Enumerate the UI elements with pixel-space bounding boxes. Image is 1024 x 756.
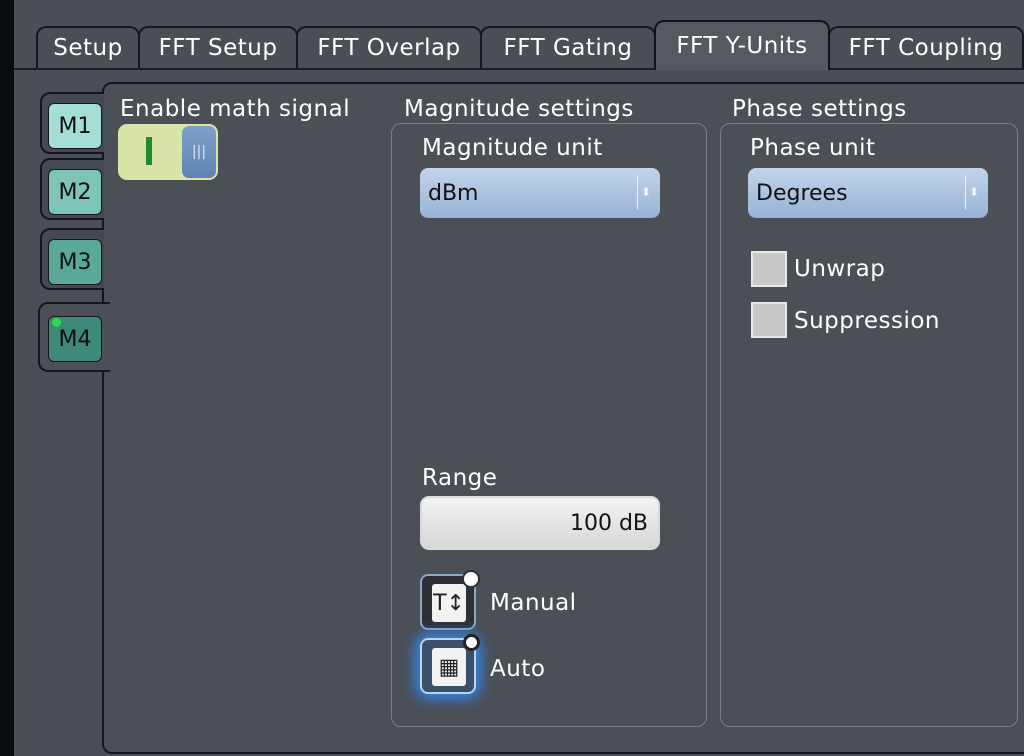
enable-label: Enable math signal — [120, 96, 351, 122]
tab-label: FFT Setup — [158, 35, 278, 61]
manual-label: Manual — [490, 590, 577, 616]
magnitude-unit-label: Magnitude unit — [422, 135, 603, 161]
math-tab-m3[interactable]: M3 — [40, 228, 104, 290]
enable-toggle[interactable]: ||| — [118, 124, 218, 180]
auto-mode-button[interactable]: ▦ — [420, 634, 480, 694]
tab-fft-y-units[interactable]: FFT Y-Units — [654, 20, 830, 70]
tab-label: FFT Y-Units — [676, 33, 808, 59]
unwrap-checkbox[interactable] — [751, 251, 787, 287]
tab-fft-coupling[interactable]: FFT Coupling — [828, 26, 1024, 68]
math-tab-m4[interactable]: M4 — [38, 302, 110, 372]
math-chip: M3 — [48, 239, 102, 285]
manual-icon: T↕ — [432, 584, 466, 622]
radio-dot-selected-icon — [463, 634, 480, 651]
manual-mode-button[interactable]: T↕ — [420, 570, 480, 630]
tab-baseline — [14, 68, 1024, 70]
auto-label: Auto — [490, 656, 546, 682]
range-value: 100 dB — [569, 510, 648, 536]
calculator-icon: ▦ — [432, 648, 466, 686]
phase-unit-label: Phase unit — [750, 135, 876, 161]
chevron-updown-icon: ⬍ — [965, 175, 982, 209]
tab-label: Setup — [53, 35, 123, 61]
chevron-updown-icon: ⬍ — [637, 175, 654, 209]
radio-dot-icon — [462, 570, 480, 588]
toggle-on-mark — [146, 137, 152, 165]
math-chip: M1 — [48, 103, 102, 149]
phase-unit-value: Degrees — [756, 180, 848, 206]
tab-label: FFT Coupling — [848, 35, 1004, 61]
range-input[interactable]: 100 dB — [420, 496, 660, 550]
tab-fft-gating[interactable]: FFT Gating — [480, 26, 656, 68]
phase-group-title: Phase settings — [732, 96, 907, 122]
tab-fft-setup[interactable]: FFT Setup — [138, 26, 298, 68]
suppression-checkbox[interactable] — [751, 302, 787, 338]
math-chip: M2 — [48, 169, 102, 215]
tab-label: FFT Gating — [503, 35, 633, 61]
tab-label: FFT Overlap — [317, 35, 461, 61]
tab-fft-overlap[interactable]: FFT Overlap — [296, 26, 482, 68]
tab-setup[interactable]: Setup — [36, 26, 140, 68]
unwrap-label: Unwrap — [794, 256, 886, 282]
range-label: Range — [422, 465, 498, 491]
math-tab-m2[interactable]: M2 — [40, 158, 104, 220]
phase-unit-select[interactable]: Degrees ⬍ — [748, 168, 988, 218]
magnitude-unit-value: dBm — [428, 180, 479, 206]
toggle-knob: ||| — [182, 126, 216, 178]
suppression-label: Suppression — [794, 308, 940, 334]
active-indicator-icon — [52, 318, 61, 327]
magnitude-group-title: Magnitude settings — [404, 96, 634, 122]
magnitude-unit-select[interactable]: dBm ⬍ — [420, 168, 660, 218]
math-tab-m1[interactable]: M1 — [40, 92, 104, 154]
